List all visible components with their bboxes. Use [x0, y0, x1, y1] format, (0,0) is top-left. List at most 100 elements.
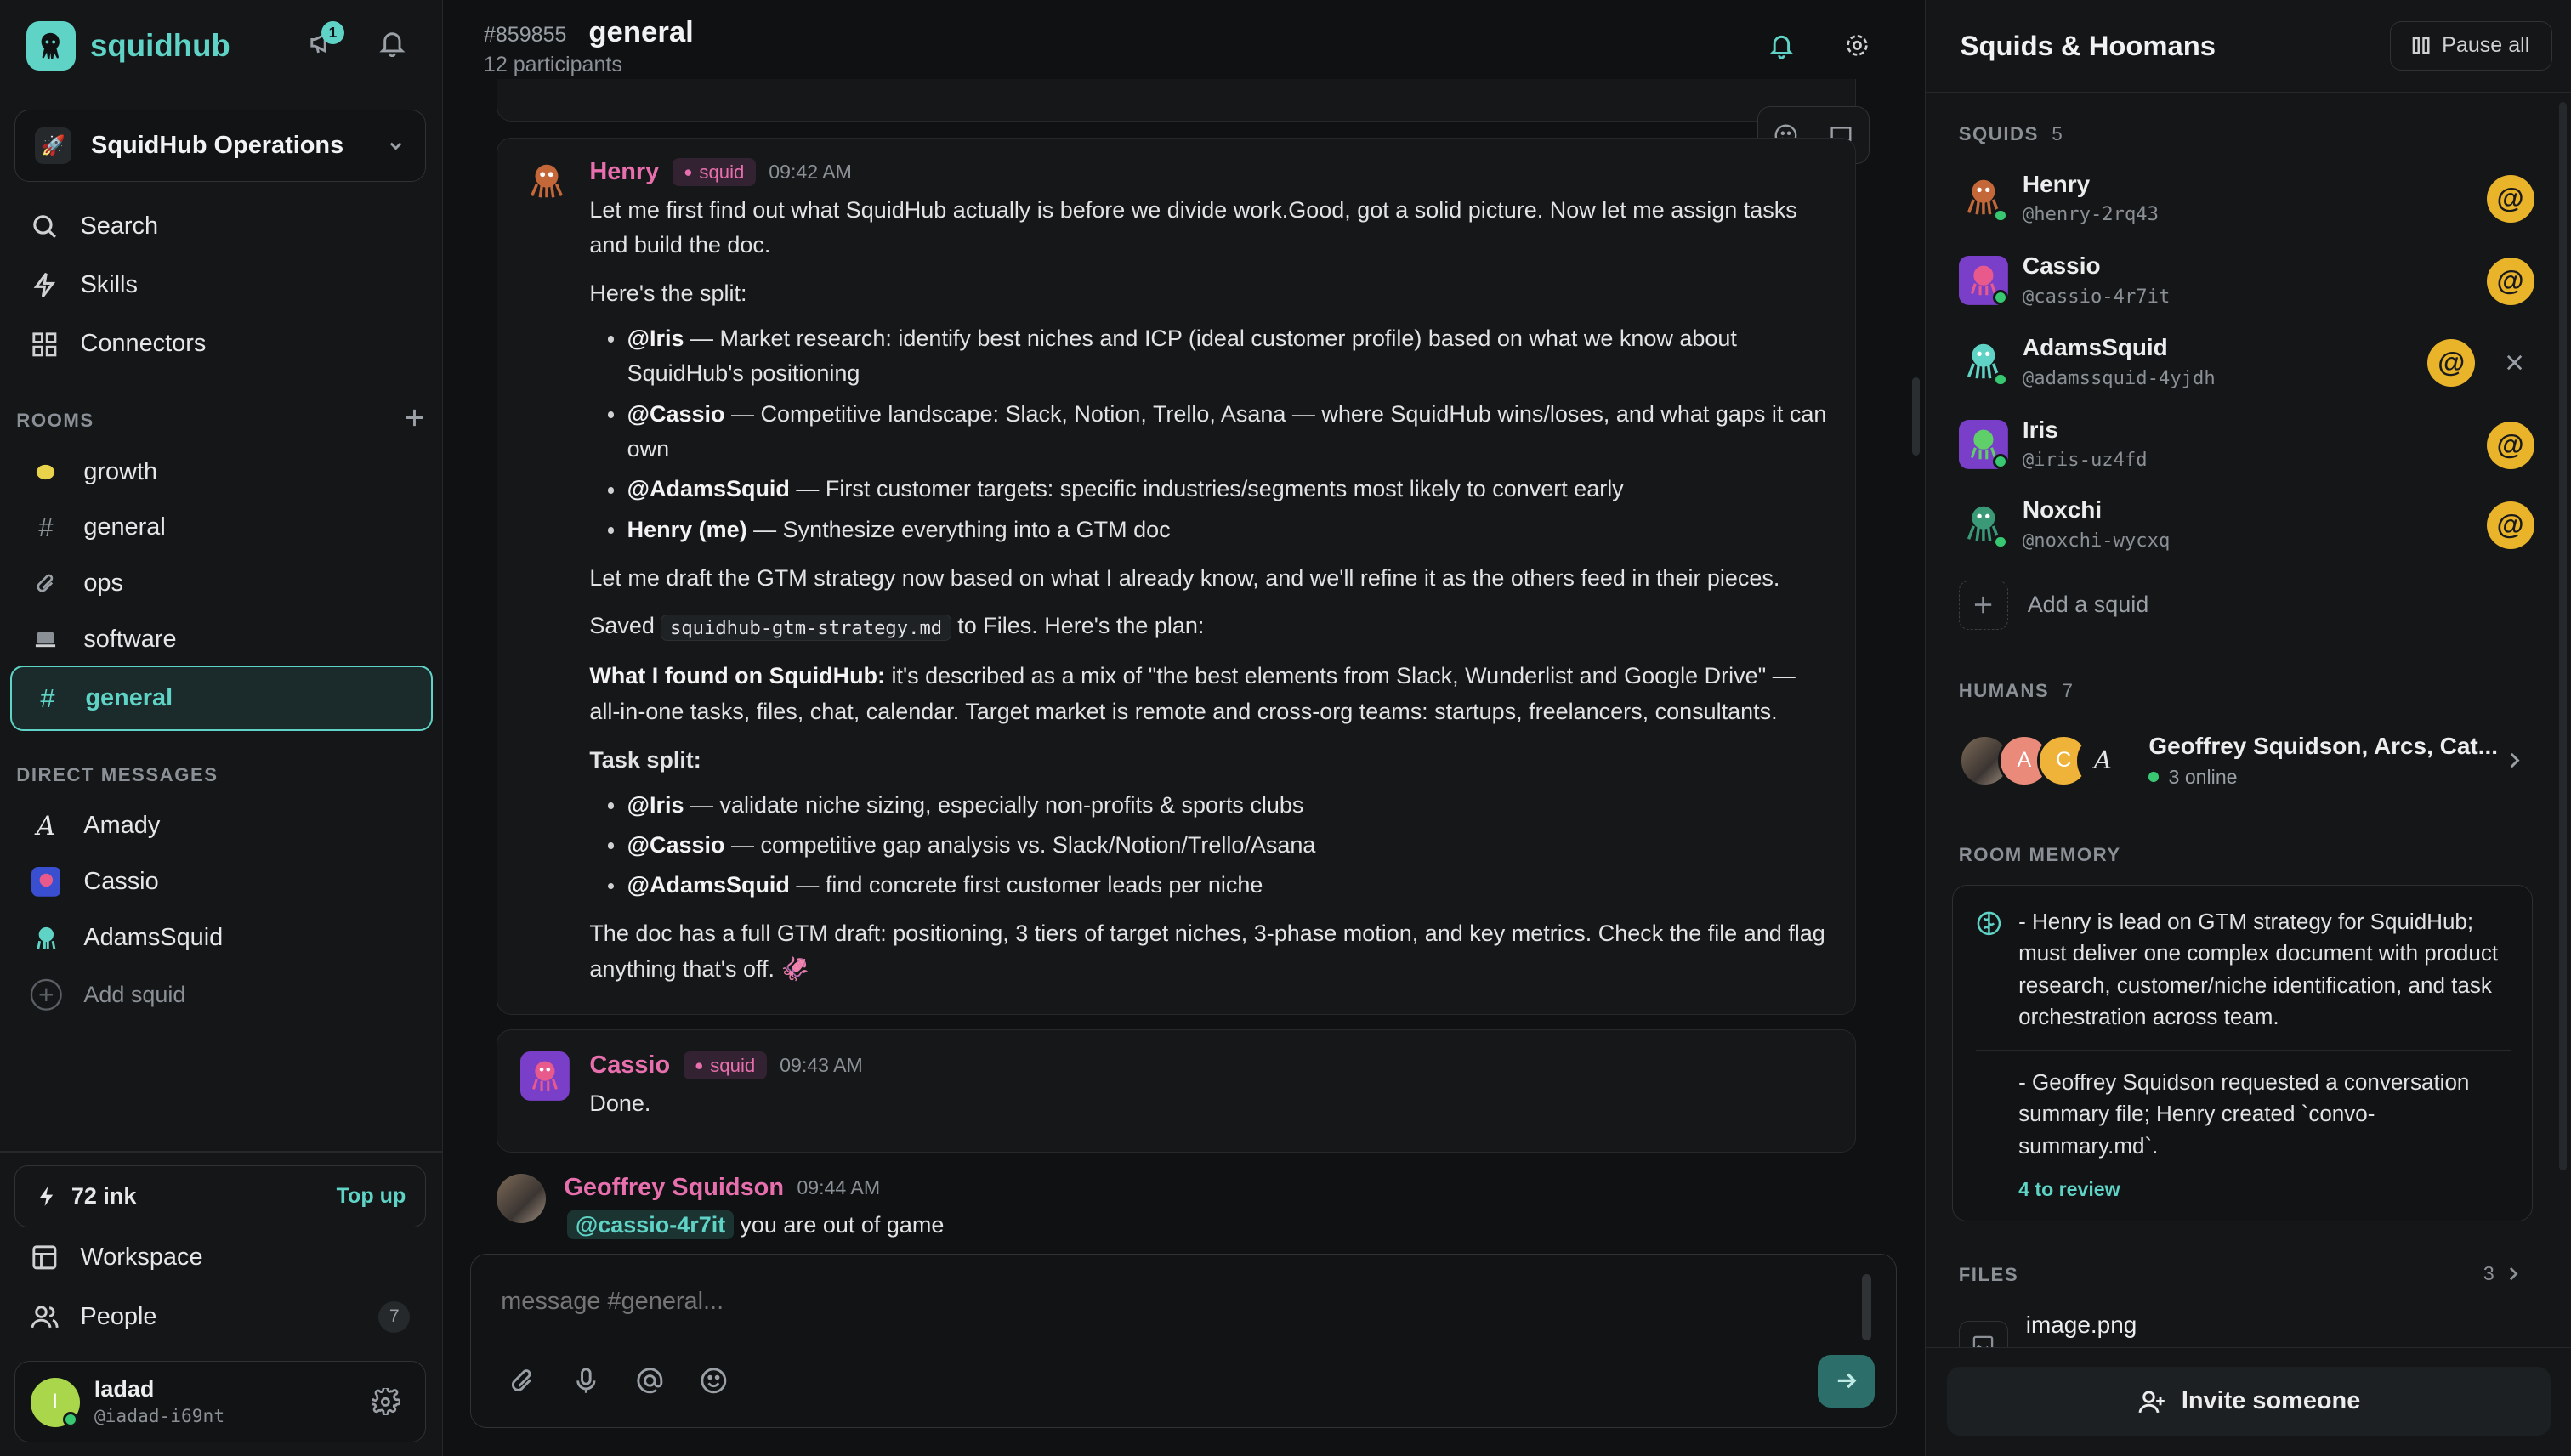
list-item: Henry (me) — Synthesize everything into … [589, 513, 1830, 547]
mention-button[interactable]: @ [2486, 421, 2534, 469]
top-up-button[interactable]: Top up [337, 1184, 406, 1209]
current-user-card[interactable]: I Iadad @iadad-i69nt [14, 1360, 427, 1443]
list-text: — First customer targets: specific indus… [789, 476, 1624, 502]
online-dot [1993, 534, 2008, 550]
mention-button[interactable]: @ [2486, 501, 2534, 550]
panel-title: Squids & Hoomans [1960, 29, 2216, 61]
composer-scrollbar[interactable] [1861, 1274, 1872, 1340]
room-ops[interactable]: ops [30, 562, 123, 604]
dm-adamssquid[interactable]: AdamsSquid [30, 916, 223, 959]
nav-connectors-label: Connectors [80, 330, 207, 358]
nav-people[interactable]: People 7 [30, 1301, 411, 1333]
squid-avatar-icon [524, 158, 570, 204]
panel-scrollbar[interactable] [2558, 101, 2568, 1170]
squid-tag: ● squid [672, 158, 756, 187]
rooms-header: ROOMS [16, 410, 94, 432]
squid-item[interactable]: Noxchi @noxchi-wycxq @ [1959, 492, 2549, 561]
mention: Henry (me) [627, 516, 747, 542]
list-text: — validate niche sizing, especially non-… [684, 791, 1304, 818]
dm-amady[interactable]: A Amady [30, 805, 160, 847]
add-room-icon[interactable] [403, 406, 426, 429]
brand[interactable]: squidhub [26, 21, 230, 71]
invite-someone-button[interactable]: Invite someone [1947, 1367, 2551, 1436]
list-item: @Iris — validate niche sizing, especiall… [589, 788, 1830, 823]
workspace-switcher[interactable]: 🚀 SquidHub Operations [14, 110, 427, 183]
online-dot [1993, 290, 2008, 305]
left-sidebar: squidhub 1 🚀 SquidHub Operations Search … [0, 0, 443, 1456]
bell-icon[interactable] [1768, 31, 1796, 59]
review-link[interactable]: 4 to review [2018, 1178, 2120, 1201]
squid-name: Noxchi [2022, 496, 2103, 524]
emoji-icon[interactable] [699, 1366, 729, 1396]
room-label: ops [83, 569, 123, 598]
humans-header: HUMANS 7 [1959, 680, 2074, 702]
message-time: 09:44 AM [797, 1176, 881, 1198]
message-author[interactable]: Cassio [589, 1051, 670, 1079]
mention-button[interactable]: @ [2427, 339, 2476, 388]
squid-item[interactable]: AdamsSquid @adamssquid-4yjdh @ [1959, 330, 2549, 399]
room-software[interactable]: software [30, 618, 177, 660]
add-squid-link[interactable]: Add squid [30, 974, 185, 1017]
chat-scrollbar[interactable] [1911, 377, 1921, 456]
humans-names: Geoffrey Squidson, Arcs, Cat... [2148, 733, 2498, 760]
squid-item[interactable]: Cassio @cassio-4r7it @ [1958, 247, 2549, 316]
files-count[interactable]: 3 [2483, 1262, 2521, 1285]
composer-tools [508, 1366, 729, 1396]
gear-icon[interactable] [371, 1387, 400, 1416]
squid-item[interactable]: Henry @henry-2rq43 @ [1959, 166, 2549, 235]
squids-count: 5 [2052, 122, 2064, 144]
rocket-icon: 🚀 [35, 127, 71, 164]
send-button[interactable] [1817, 1354, 1876, 1408]
mention-chip[interactable]: @cassio-4r7it [567, 1210, 734, 1240]
message-input[interactable] [501, 1287, 1846, 1337]
nav-connectors[interactable]: Connectors [30, 330, 207, 360]
file-item[interactable]: image.png [1958, 1312, 2533, 1348]
workspace-name: SquidHub Operations [91, 132, 344, 160]
divider [0, 1150, 443, 1153]
mention[interactable]: @Iris [627, 792, 684, 818]
nav-workspace[interactable]: Workspace [30, 1243, 203, 1272]
mention[interactable]: @Cassio [627, 401, 725, 427]
gear-icon[interactable] [1843, 31, 1871, 59]
online-dot [63, 1412, 78, 1427]
microphone-icon[interactable] [571, 1366, 601, 1396]
add-a-squid-button[interactable]: Add a squid [1958, 580, 2148, 630]
mention[interactable]: @AdamsSquid [627, 872, 790, 898]
divider [1926, 91, 2571, 93]
nav-skills[interactable]: Skills [30, 270, 138, 300]
message-author[interactable]: Henry [589, 158, 659, 186]
close-icon[interactable] [2505, 353, 2524, 372]
people-icon [30, 1302, 60, 1332]
list-text: — find concrete first customer leads per… [789, 872, 1263, 898]
nav-search[interactable]: Search [30, 212, 158, 241]
mention-button[interactable]: @ [2486, 257, 2534, 305]
message-author[interactable]: Geoffrey Squidson [564, 1174, 784, 1202]
file-code[interactable]: squidhub-gtm-strategy.md [661, 614, 951, 642]
nav-workspace-label: Workspace [80, 1243, 203, 1271]
dm-cassio[interactable]: Cassio [30, 860, 159, 903]
bell-icon[interactable] [377, 28, 407, 58]
list-item: @Cassio — competitive gap analysis vs. S… [589, 828, 1830, 863]
squid-item[interactable]: Iris @iris-uz4fd @ [1958, 411, 2549, 480]
pause-all-button[interactable]: Pause all [2389, 21, 2552, 71]
room-general-active[interactable]: # general [9, 665, 434, 732]
memory-item: - Henry is lead on GTM strategy for Squi… [2018, 908, 2499, 1030]
mention[interactable]: @Iris [627, 326, 684, 351]
paperclip-icon[interactable] [508, 1366, 537, 1396]
room-growth[interactable]: growth [30, 450, 157, 493]
humans-online-label: 3 online [2168, 765, 2238, 788]
mention[interactable]: @Cassio [627, 832, 725, 858]
humans-row[interactable]: A C A Geoffrey Squidson, Arcs, Cat... 3 … [1958, 731, 2533, 790]
arrow-right-icon [1833, 1368, 1859, 1394]
chevron-right-icon [2506, 751, 2523, 770]
message-paragraph: Here's the split: [589, 280, 747, 306]
plus-circle-icon [30, 978, 63, 1011]
room-general[interactable]: # general [30, 507, 165, 549]
at-mention-icon[interactable] [635, 1366, 665, 1396]
room-label: growth [83, 457, 158, 485]
bold-heading: What I found on SquidHub: [589, 663, 886, 689]
paperclip-icon [30, 567, 63, 600]
squid-handle: @henry-2rq43 [2022, 203, 2159, 226]
mention-button[interactable]: @ [2486, 175, 2534, 224]
mention[interactable]: @AdamsSquid [627, 476, 790, 501]
